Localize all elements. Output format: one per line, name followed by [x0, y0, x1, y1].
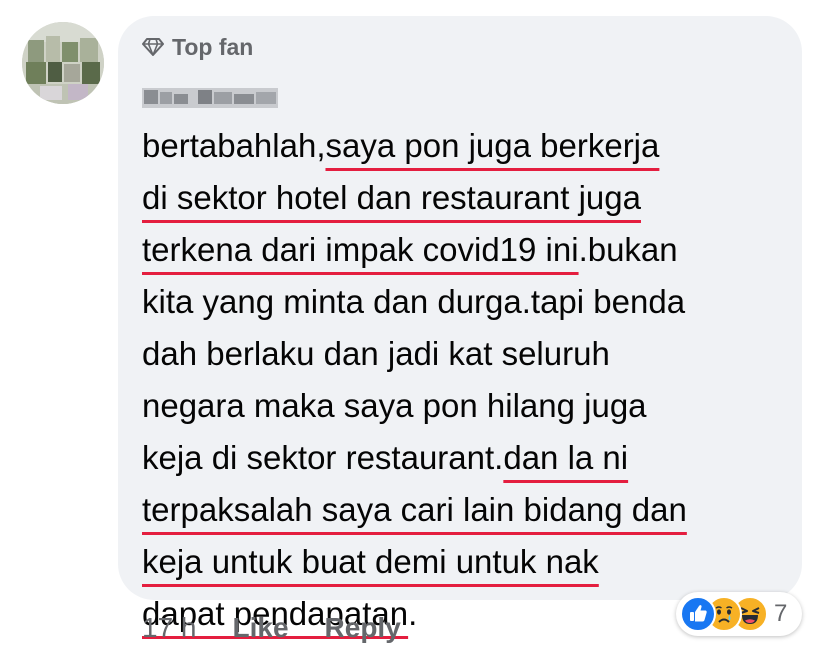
reply-button[interactable]: Reply	[325, 612, 401, 644]
reaction-count: 7	[774, 600, 788, 627]
avatar-blurred-image	[22, 22, 104, 104]
reactions-summary[interactable]: 7	[676, 592, 802, 636]
comment-text: bertabahlah,saya pon juga berkerja di se…	[142, 120, 792, 640]
diamond-icon	[142, 37, 164, 57]
avatar[interactable]	[22, 22, 104, 104]
timestamp[interactable]: 17 h	[142, 612, 197, 644]
top-fan-badge[interactable]: Top fan	[142, 32, 253, 62]
comment-text-segment: bertabahlah,	[142, 127, 326, 164]
comment-actions: 17 h Like Reply	[142, 608, 437, 648]
author-name-blurred	[142, 88, 278, 108]
badge-label: Top fan	[172, 33, 254, 60]
comment-bubble: Top fan bertabahlah,saya pon juga berker…	[118, 16, 802, 632]
comment-container: Top fan bertabahlah,saya pon juga berker…	[0, 0, 828, 654]
like-button[interactable]: Like	[233, 612, 289, 644]
like-icon	[680, 596, 716, 632]
author-name[interactable]	[142, 80, 278, 114]
